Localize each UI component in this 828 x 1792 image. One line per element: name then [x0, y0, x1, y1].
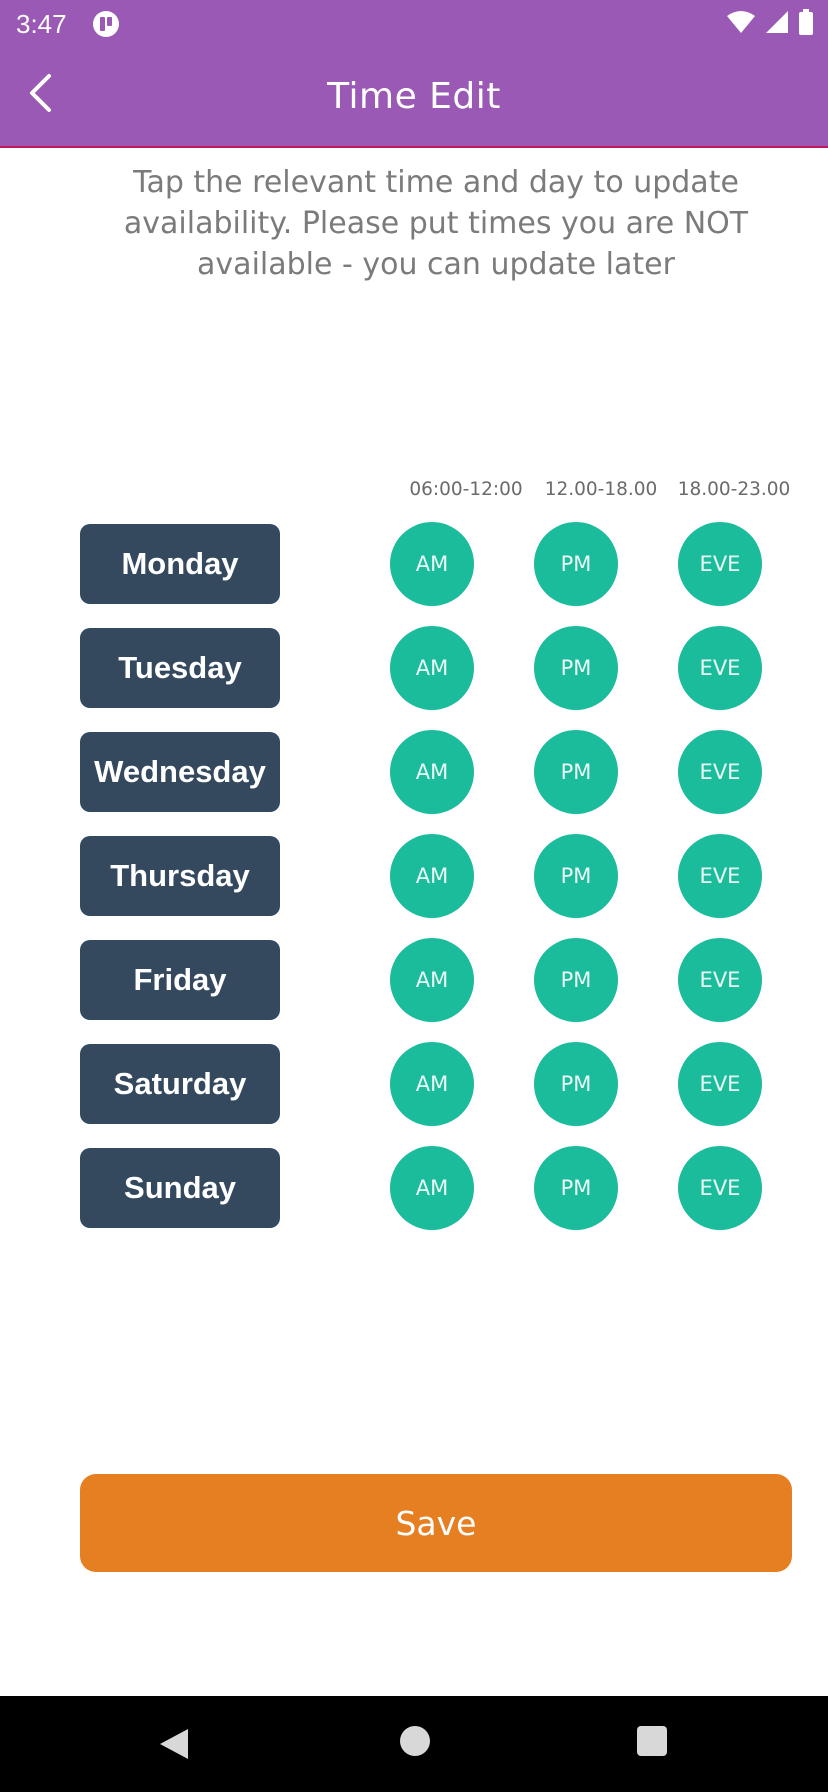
column-header-am: 06:00-12:00: [409, 479, 523, 500]
day-row-friday: Friday AM PM EVE: [0, 938, 828, 1022]
day-row-monday: Monday AM PM EVE: [0, 522, 828, 606]
slot-sunday-am[interactable]: AM: [390, 1146, 474, 1230]
instructions-text: Tap the relevant time and day to update …: [123, 165, 749, 282]
status-time: 3:47: [16, 9, 67, 39]
day-button-sunday[interactable]: Sunday: [80, 1148, 280, 1228]
nav-back-icon[interactable]: [156, 1726, 192, 1762]
slot-monday-pm[interactable]: PM: [534, 522, 618, 606]
day-row-sunday: Sunday AM PM EVE: [0, 1146, 828, 1230]
nav-recents-icon[interactable]: [637, 1726, 667, 1756]
slot-friday-pm[interactable]: PM: [534, 938, 618, 1022]
day-button-monday[interactable]: Monday: [80, 524, 280, 604]
nav-home-icon[interactable]: [400, 1726, 430, 1756]
slot-friday-am[interactable]: AM: [390, 938, 474, 1022]
day-row-saturday: Saturday AM PM EVE: [0, 1042, 828, 1126]
column-header-pm: 12.00-18.00: [544, 479, 658, 500]
slot-thursday-eve[interactable]: EVE: [678, 834, 762, 918]
wifi-icon: [726, 10, 756, 38]
slot-saturday-pm[interactable]: PM: [534, 1042, 618, 1126]
page-title: Time Edit: [327, 76, 501, 117]
slot-thursday-pm[interactable]: PM: [534, 834, 618, 918]
save-button[interactable]: Save: [80, 1474, 792, 1572]
slot-friday-eve[interactable]: EVE: [678, 938, 762, 1022]
cell-signal-icon: [764, 10, 790, 38]
app-notification-icon: [92, 10, 120, 38]
day-button-thursday[interactable]: Thursday: [80, 836, 280, 916]
app-bar: Time Edit: [0, 48, 828, 148]
slot-wednesday-eve[interactable]: EVE: [678, 730, 762, 814]
day-row-tuesday: Tuesday AM PM EVE: [0, 626, 828, 710]
status-icons: [726, 9, 814, 39]
day-row-thursday: Thursday AM PM EVE: [0, 834, 828, 918]
slot-wednesday-am[interactable]: AM: [390, 730, 474, 814]
slot-monday-eve[interactable]: EVE: [678, 522, 762, 606]
day-button-tuesday[interactable]: Tuesday: [80, 628, 280, 708]
slot-saturday-am[interactable]: AM: [390, 1042, 474, 1126]
slot-tuesday-am[interactable]: AM: [390, 626, 474, 710]
status-bar: 3:47: [0, 0, 828, 48]
slot-tuesday-pm[interactable]: PM: [534, 626, 618, 710]
column-header-eve: 18.00-23.00: [677, 479, 791, 500]
slot-tuesday-eve[interactable]: EVE: [678, 626, 762, 710]
slot-sunday-eve[interactable]: EVE: [678, 1146, 762, 1230]
day-button-saturday[interactable]: Saturday: [80, 1044, 280, 1124]
slot-sunday-pm[interactable]: PM: [534, 1146, 618, 1230]
slot-thursday-am[interactable]: AM: [390, 834, 474, 918]
slot-saturday-eve[interactable]: EVE: [678, 1042, 762, 1126]
battery-icon: [798, 9, 814, 39]
slot-wednesday-pm[interactable]: PM: [534, 730, 618, 814]
slot-monday-am[interactable]: AM: [390, 522, 474, 606]
system-nav-bar: [0, 1696, 828, 1792]
day-button-wednesday[interactable]: Wednesday: [80, 732, 280, 812]
day-row-wednesday: Wednesday AM PM EVE: [0, 730, 828, 814]
day-button-friday[interactable]: Friday: [80, 940, 280, 1020]
